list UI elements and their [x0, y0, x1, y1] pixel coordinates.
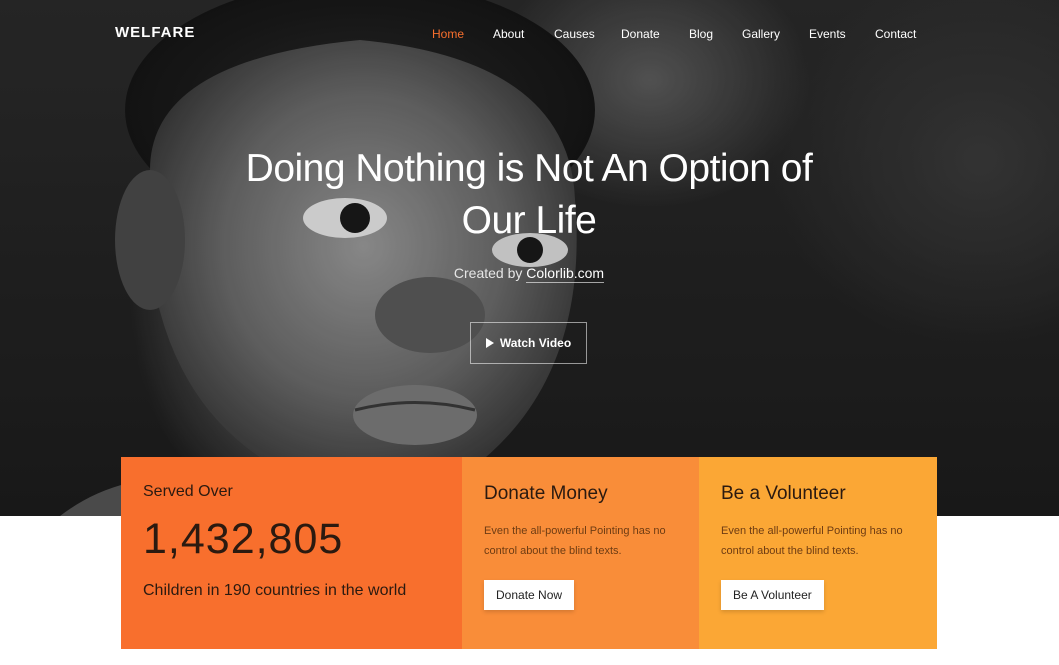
nav-item-causes[interactable]: Causes	[554, 27, 595, 41]
nav-item-donate[interactable]: Donate	[621, 27, 660, 41]
hero-overlay	[0, 0, 1059, 516]
volunteer-title: Be a Volunteer	[721, 483, 846, 504]
served-number: 1,432,805	[143, 515, 344, 563]
volunteer-button[interactable]: Be A Volunteer	[721, 580, 824, 610]
nav-item-about[interactable]: About	[493, 27, 524, 41]
nav-item-home[interactable]: Home	[432, 27, 464, 41]
site-logo[interactable]: WELFARE	[115, 24, 195, 41]
volunteer-card: Be a Volunteer Even the all-powerful Poi…	[699, 457, 937, 649]
served-card: Served Over 1,432,805 Children in 190 co…	[121, 457, 462, 649]
volunteer-text: Even the all-powerful Pointing has no co…	[721, 525, 903, 557]
hero-section	[0, 0, 1059, 516]
donate-now-button[interactable]: Donate Now	[484, 580, 575, 610]
credit-link[interactable]: Colorlib.com	[526, 265, 605, 283]
hero-title: Doing Nothing is Not An Option of Our Li…	[245, 147, 813, 242]
nav-item-blog[interactable]: Blog	[689, 27, 713, 41]
nav-item-events[interactable]: Events	[809, 27, 846, 41]
credit-prefix: Created by	[453, 265, 523, 281]
donate-title: Donate Money	[484, 483, 608, 504]
donate-card: Donate Money Even the all-powerful Point…	[462, 457, 699, 649]
hero-credit: Created by Colorlib.com	[329, 265, 729, 283]
watch-video-button[interactable]: Watch Video	[470, 322, 587, 364]
watch-video-label: Watch Video	[499, 336, 572, 350]
served-label: Served Over	[143, 483, 233, 500]
donate-text: Even the all-powerful Pointing has no co…	[484, 525, 666, 557]
play-icon	[485, 338, 494, 348]
served-subtitle: Children in 190 countries in the world	[143, 582, 407, 599]
nav-item-contact[interactable]: Contact	[875, 27, 916, 41]
nav-item-gallery[interactable]: Gallery	[742, 27, 780, 41]
